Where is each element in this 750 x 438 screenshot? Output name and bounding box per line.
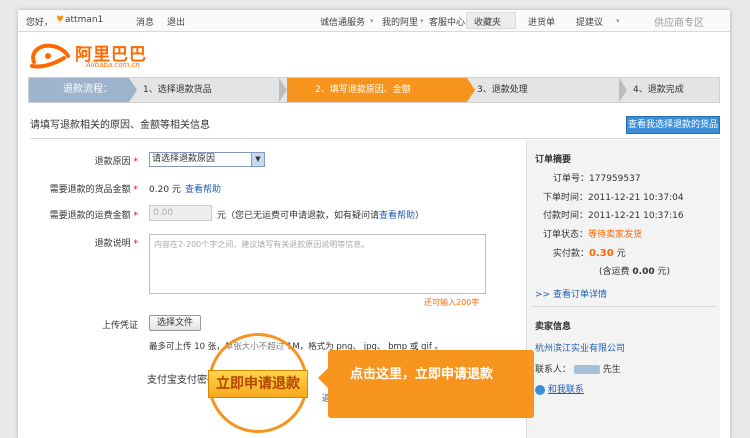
order-status-row: 订单状态：等待卖家发货: [543, 230, 643, 240]
topbar-link-service[interactable]: 客服中心: [429, 15, 465, 28]
freight-included-row: (含运费 0.00 元): [599, 267, 670, 277]
chevron-down-icon[interactable]: ▾: [616, 17, 620, 25]
contact-name-blurred: [573, 365, 600, 374]
pay-time-row: 付款时间：2011-12-21 10:37:16: [543, 211, 684, 221]
choose-file-button[interactable]: 选择文件: [149, 315, 201, 331]
tooltip-callout: 点击这里，立即申请退款: [318, 350, 534, 418]
divider: [30, 138, 720, 139]
order-details-link[interactable]: >> 查看订单详情: [535, 287, 607, 300]
reason-label: 退款原因 *: [94, 157, 138, 167]
user-icon: ♥: [56, 15, 65, 25]
divider: [531, 306, 717, 307]
topbar-link-cart[interactable]: 进货单: [528, 15, 555, 28]
alibaba-logo-icon: [30, 43, 70, 69]
topbar-link-suggest[interactable]: 提建议: [576, 15, 603, 28]
reason-select[interactable]: 请选择退款原因 ▼: [149, 152, 265, 167]
steps-title: 退款流程：: [29, 78, 129, 102]
step-arrow-active: [467, 78, 475, 102]
goods-amount-label: 需要退款的货品金额 *: [49, 185, 138, 195]
step-arrow: [279, 78, 287, 102]
greeting-text: 您好，: [26, 18, 54, 28]
progress-steps: 退款流程： 1、选择退款货品 2、填写退款原因、金额 3、退款处理 4、退款完成: [28, 77, 720, 103]
chat-row[interactable]: 和我联系: [535, 382, 584, 395]
topbar-link-my-ali[interactable]: 我的阿里: [382, 15, 418, 28]
page-title: 请填写退款相关的原因、金额等相关信息: [30, 120, 210, 131]
contact-row: 联系人： 先生: [535, 365, 621, 375]
chat-icon: [535, 384, 545, 395]
seller-title: 卖家信息: [535, 322, 572, 332]
reason-select-value: 请选择退款原因: [152, 154, 216, 164]
summary-title: 订单摘要: [535, 155, 572, 165]
freight-amount-label: 需要退款的运费金额 *: [49, 211, 138, 221]
step-arrow: [129, 78, 137, 102]
order-summary-panel: 订单摘要 订单号：177959537 下单时间：2011-12-21 10:37…: [526, 140, 720, 438]
description-textarea[interactable]: 内容在2-200个字之间，建议填写有关退款原因说明等信息。: [149, 234, 486, 294]
submit-refund-button[interactable]: 立即申请退款: [208, 370, 308, 398]
upload-label: 上传凭证: [101, 321, 138, 331]
order-no-row: 订单号：177959537: [553, 174, 641, 184]
goods-help-link[interactable]: 查看帮助: [185, 182, 221, 195]
step-4: 4、退款完成: [633, 85, 684, 95]
alibaba-logo[interactable]: 阿里巴巴 Alibaba.com.cn: [28, 38, 158, 78]
chevron-down-icon: ▾: [370, 17, 374, 25]
page: 您好， ♥ attman1 消息 退出 诚信通服务 ▾ 我的阿里 ▾ 客服中心 …: [18, 10, 730, 438]
topbar-link-credit[interactable]: 诚信通服务: [320, 15, 365, 28]
step-arrow: [619, 78, 627, 102]
username[interactable]: attman1: [65, 15, 103, 25]
description-label: 退款说明 *: [94, 239, 138, 249]
topbar-link-favorites[interactable]: 收藏夹: [474, 15, 501, 28]
step-1: 1、选择退款货品: [143, 85, 212, 95]
step-2: 2、填写退款原因、金额: [315, 85, 411, 95]
top-bar: 您好， ♥ attman1 消息 退出 诚信通服务 ▾ 我的阿里 ▾ 客服中心 …: [18, 10, 730, 32]
order-time-row: 下单时间：2011-12-21 10:37:04: [543, 193, 684, 203]
logout-link[interactable]: 退出: [167, 15, 185, 28]
freight-help-link[interactable]: 查看帮助: [379, 211, 415, 221]
chat-link[interactable]: 和我联系: [548, 385, 584, 395]
status-badge: 等待卖家发货: [588, 230, 643, 240]
paid-row: 实付款：0.30 元: [553, 248, 626, 259]
step-3: 3、退款处理: [477, 85, 528, 95]
goods-amount-value: 0.20 元: [149, 185, 181, 195]
chars-remaining: 还可输入200字: [424, 298, 480, 307]
seller-name-link[interactable]: 杭州滨江实业有限公司: [535, 341, 625, 354]
freight-amount-input[interactable]: 0.00: [149, 205, 212, 221]
logo-text-en: Alibaba.com.cn: [86, 61, 140, 69]
chevron-down-icon: ▾: [420, 17, 424, 25]
messages-link[interactable]: 消息: [136, 15, 154, 28]
view-selected-goods-button[interactable]: 查看我选择退款的货品: [626, 116, 720, 134]
freight-note: 元（您已无运费可申请退款，如有疑问请查看帮助）: [217, 211, 425, 221]
supplier-zone-link[interactable]: 供应商专区: [654, 14, 704, 29]
chevron-down-icon: ▼: [251, 153, 264, 166]
